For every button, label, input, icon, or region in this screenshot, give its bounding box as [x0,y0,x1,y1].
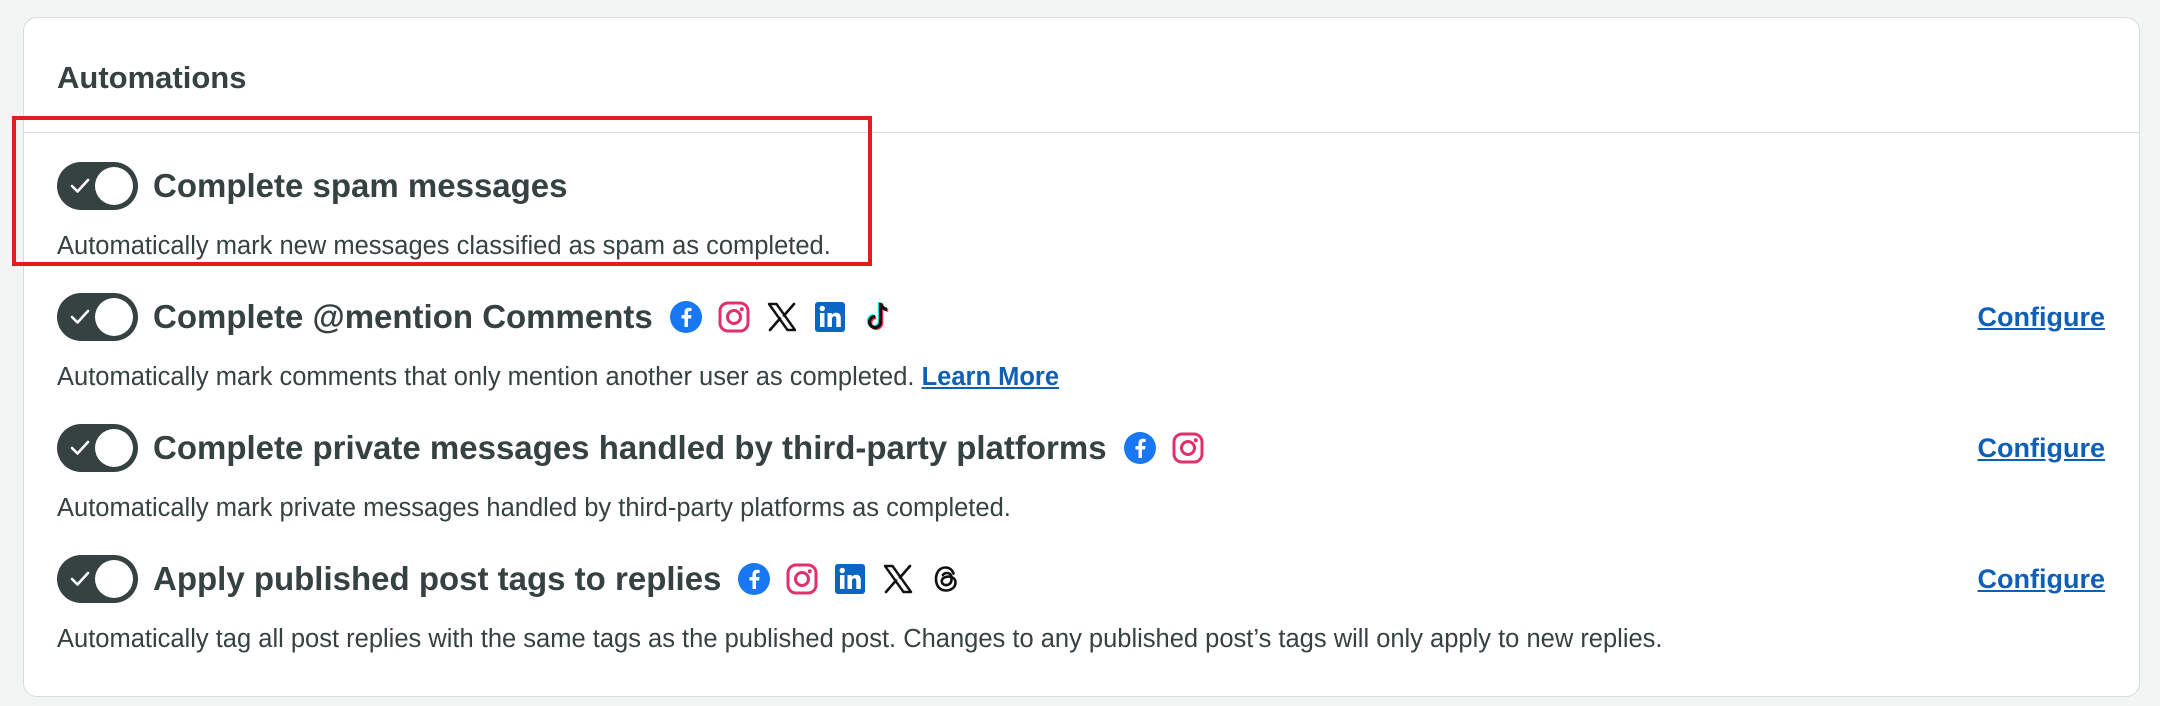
post-tags-toggle[interactable] [57,555,138,603]
automation-title: Complete spam messages [153,167,568,204]
check-icon [70,309,90,324]
facebook-icon [669,300,703,334]
facebook-icon [737,562,771,596]
network-icons [737,562,977,596]
linkedin-icon [813,300,847,334]
check-icon [70,440,90,455]
configure-link[interactable]: Configure [1978,433,2106,464]
mention-toggle[interactable] [57,293,138,341]
network-icons [1123,431,1219,465]
tiktok-icon [861,300,895,334]
instagram-icon [717,300,751,334]
toggle-knob [95,429,133,467]
automation-title: Complete @mention Comments [153,298,653,335]
configure-link[interactable]: Configure [1978,564,2106,595]
card-header: Automations [24,18,2139,133]
automation-title: Complete private messages handled by thi… [153,429,1107,466]
automation-description: Automatically mark comments that only me… [57,363,1059,392]
x-icon [765,300,799,334]
check-icon [70,571,90,586]
toggle-knob [95,560,133,598]
automation-title: Apply published post tags to replies [153,560,722,597]
toggle-knob [95,167,133,205]
card-title: Automations [57,60,247,95]
spam-toggle[interactable] [57,162,138,210]
automations-card: Automations Complete spam messages Autom… [23,17,2140,697]
learn-more-link[interactable]: Learn More [922,363,1059,391]
configure-link[interactable]: Configure [1978,302,2106,333]
toggle-knob [95,298,133,336]
automation-description: Automatically tag all post replies with … [57,625,1663,653]
private-messages-toggle[interactable] [57,424,138,472]
linkedin-icon [833,562,867,596]
facebook-icon [1123,431,1157,465]
check-icon [70,178,90,193]
automation-description: Automatically mark new messages classifi… [57,232,831,260]
network-icons [669,300,909,334]
automation-description: Automatically mark private messages hand… [57,494,1011,522]
instagram-icon [785,562,819,596]
instagram-icon [1171,431,1205,465]
threads-icon [929,562,963,596]
x-icon [881,562,915,596]
automation-description-text: Automatically mark comments that only me… [57,363,915,391]
